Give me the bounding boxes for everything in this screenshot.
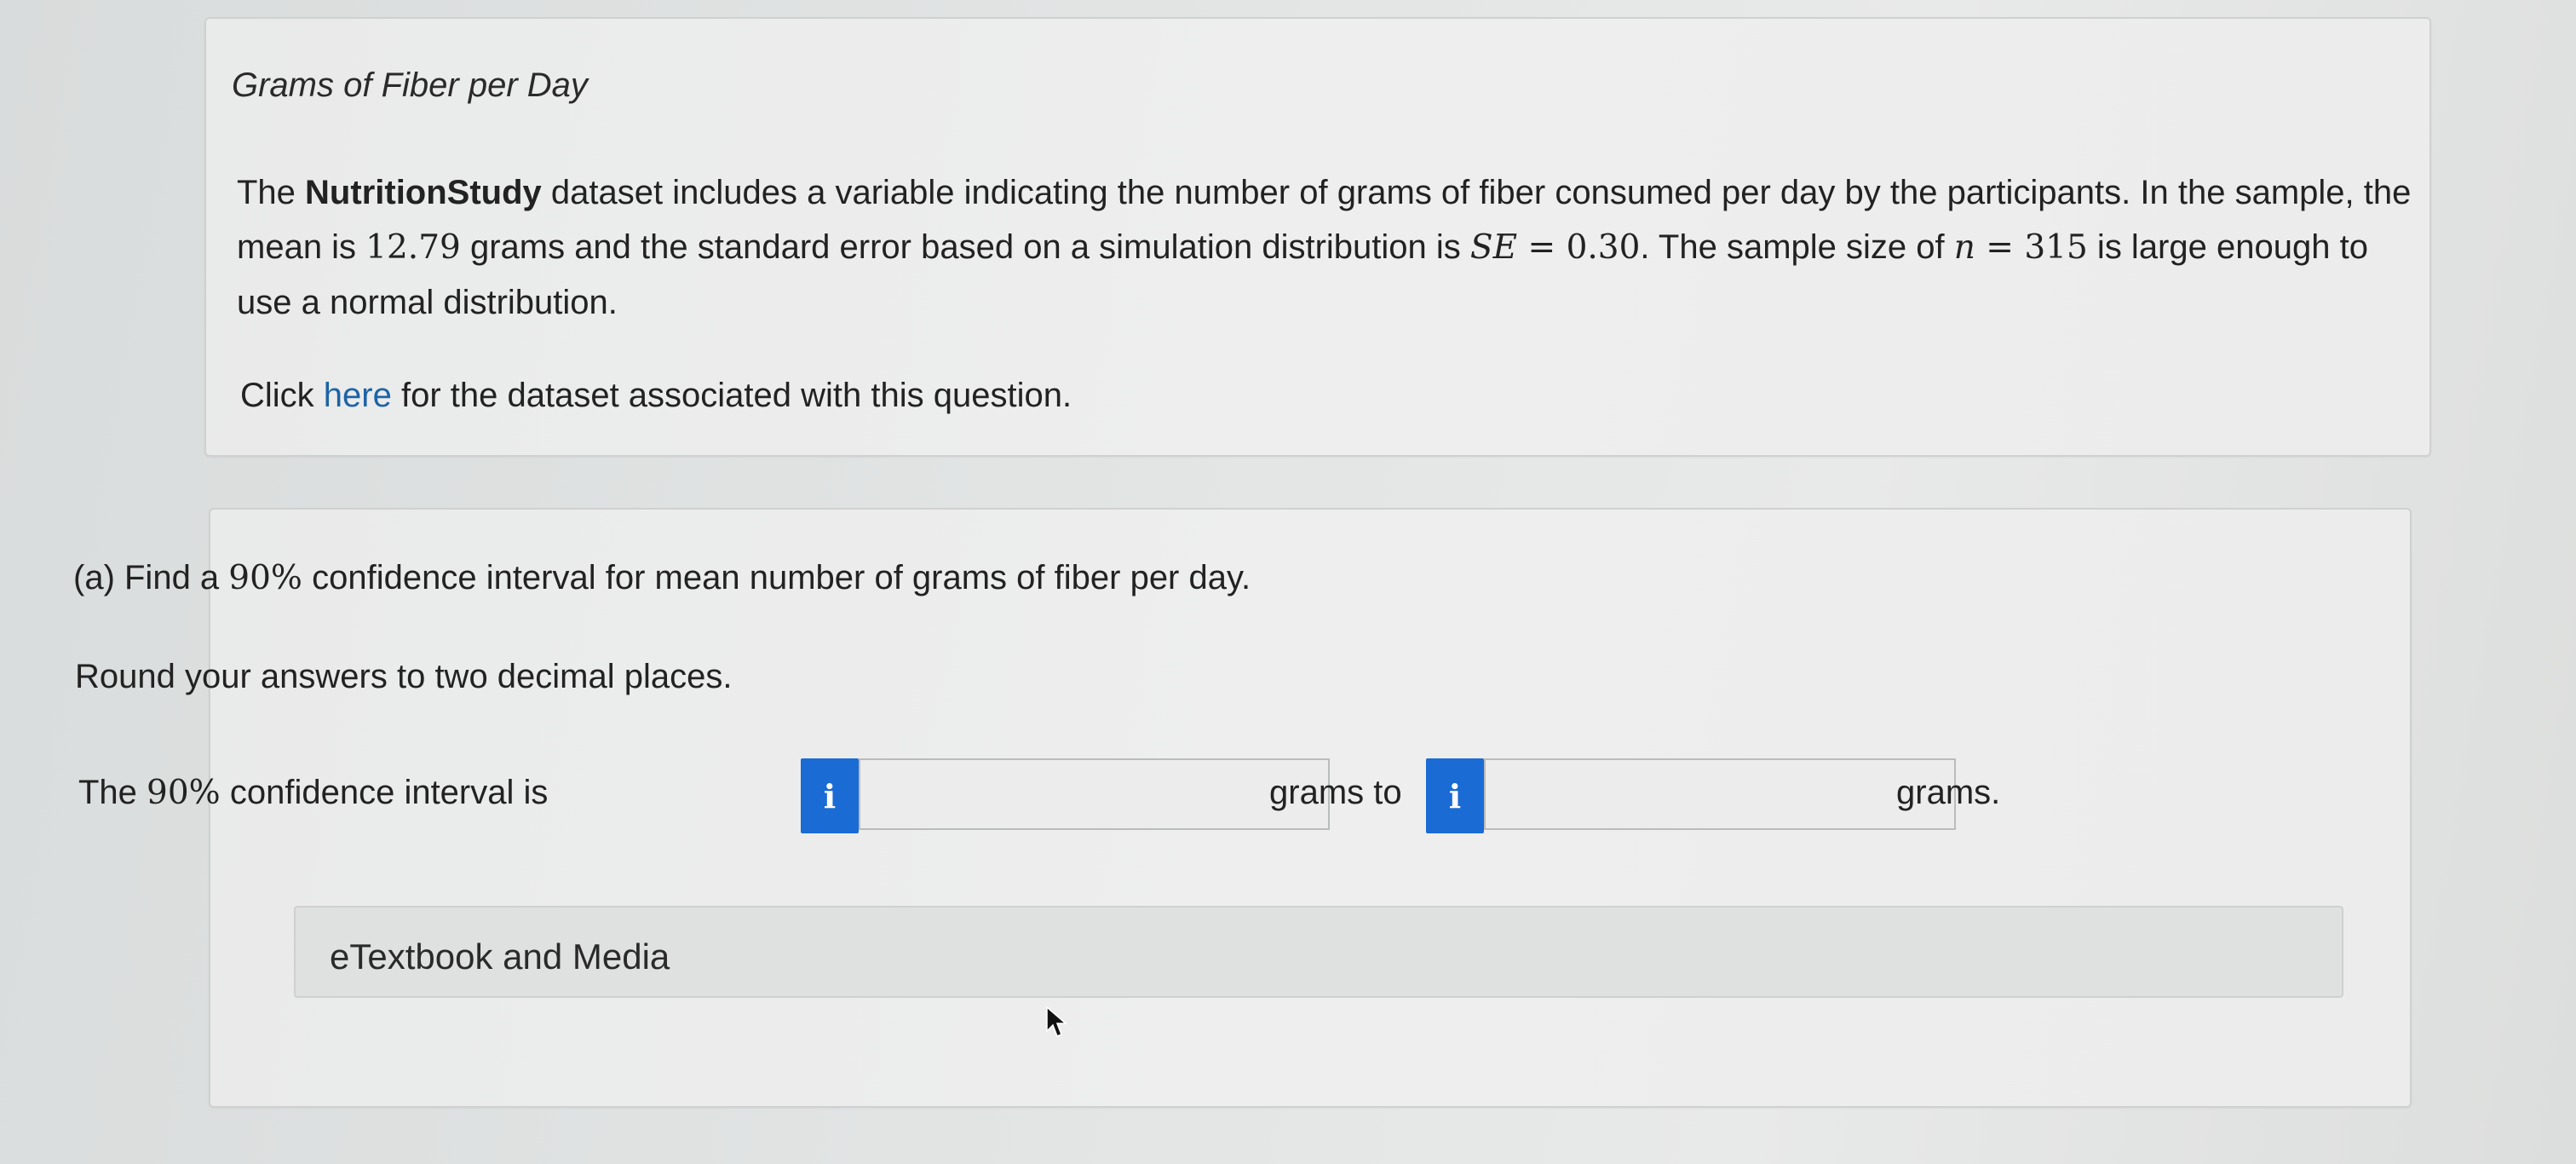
question-title: Grams of Fiber per Day xyxy=(232,66,588,104)
n-value: 315 xyxy=(2024,228,2088,267)
question-percent: 90% xyxy=(228,559,302,597)
end-label: grams. xyxy=(1896,774,2001,811)
lower-info-button[interactable]: i xyxy=(801,758,859,833)
dataset-link[interactable]: here xyxy=(324,377,392,414)
question-description: The NutritionStudy dataset includes a va… xyxy=(237,174,2412,321)
interval-label: The 90% confidence interval is xyxy=(78,774,549,812)
part-a-question: (a) Find a 90% confidence interval for m… xyxy=(73,559,1251,597)
se-symbol: SE xyxy=(1469,228,1518,267)
dataset-link-line: Click here for the dataset associated wi… xyxy=(240,377,1072,414)
upper-info-button[interactable]: i xyxy=(1426,758,1484,833)
between-label: grams to xyxy=(1269,774,1402,811)
etextbook-media-button[interactable]: eTextbook and Media xyxy=(294,906,2343,998)
se-value: 0.30 xyxy=(1566,228,1641,267)
lower-bound-input[interactable] xyxy=(859,758,1330,830)
etextbook-label: eTextbook and Media xyxy=(330,936,670,977)
rounding-instruction: Round your answers to two decimal places… xyxy=(75,658,733,695)
dataset-name: NutritionStudy xyxy=(305,174,542,211)
mean-value: 12.79 xyxy=(365,228,461,267)
upper-bound-input[interactable] xyxy=(1484,758,1956,830)
mouse-cursor-icon xyxy=(1046,1006,1068,1037)
question-intro-card: Grams of Fiber per Day The NutritionStud… xyxy=(204,17,2431,457)
n-symbol: n xyxy=(1953,228,1975,267)
